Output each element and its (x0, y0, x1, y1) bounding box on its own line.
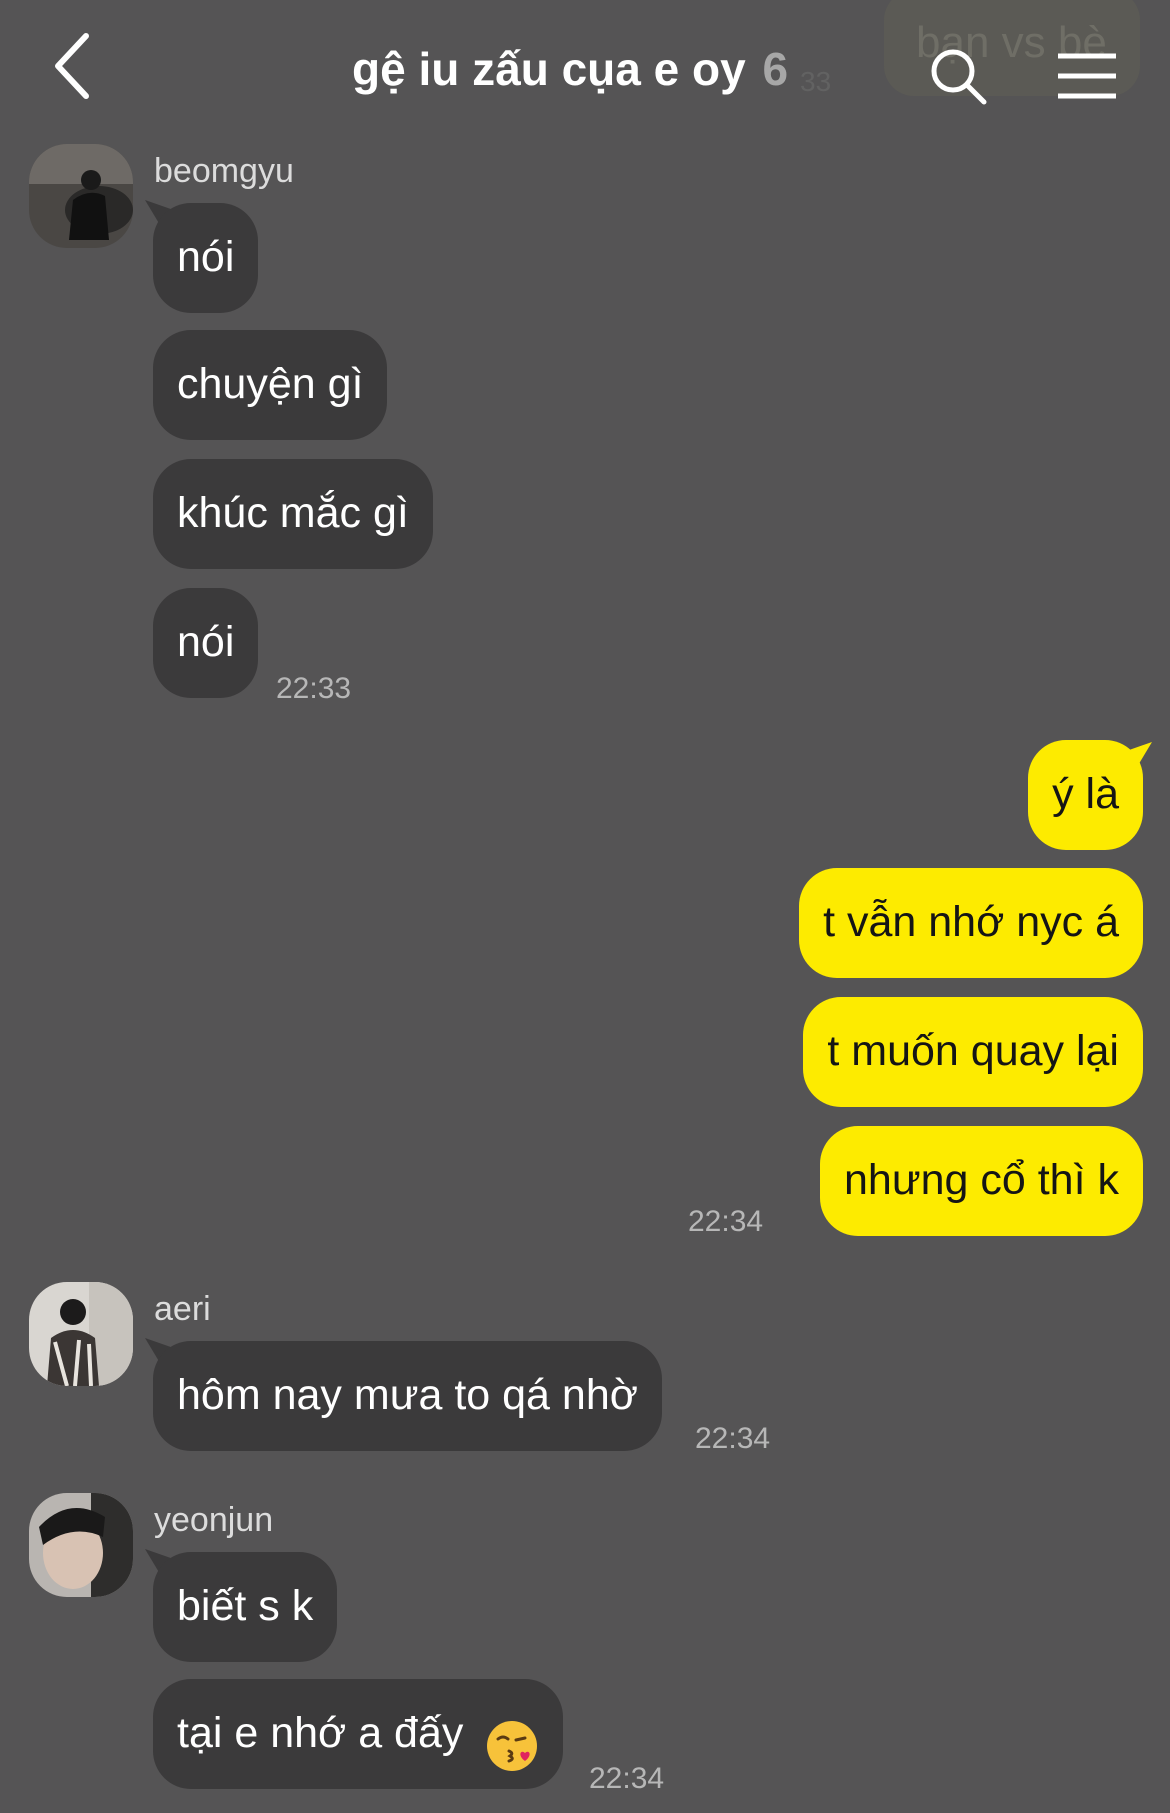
message-bubble[interactable]: khúc mắc gì (153, 459, 433, 569)
chat-title: gệ iu zấu cụa e oy 6 (352, 42, 788, 96)
message-text: tại e nhớ a đấy (177, 1709, 464, 1757)
background-overlay-time: 33 (800, 66, 832, 97)
my-message-bubble[interactable]: t vẫn nhớ nyc á (799, 868, 1143, 978)
search-button[interactable] (928, 46, 990, 108)
hamburger-menu-icon (1058, 53, 1116, 99)
message-bubble[interactable]: tại e nhớ a đấy (153, 1679, 564, 1789)
message-time: 22:34 (695, 1422, 771, 1455)
message-bubble[interactable]: nói (153, 588, 259, 698)
chat-title-text: gệ iu zấu cụa e oy (352, 43, 746, 95)
back-button[interactable] (50, 30, 110, 102)
message-bubble[interactable]: hôm nay mưa to qá nhờ (153, 1341, 662, 1451)
message-bubble[interactable]: nói (153, 203, 259, 313)
message-time: 22:34 (688, 1205, 764, 1238)
my-message-bubble[interactable]: nhưng cổ thì k (819, 1126, 1143, 1236)
message-time: 22:34 (589, 1762, 665, 1795)
my-message-bubble[interactable]: ý là (1028, 740, 1143, 850)
my-message-bubble[interactable]: t muốn quay lại (803, 997, 1143, 1107)
menu-button[interactable] (1056, 52, 1118, 102)
avatar-aeri[interactable] (29, 1282, 133, 1386)
avatar-beomgyu[interactable] (29, 144, 133, 248)
sender-name: beomgyu (154, 152, 294, 190)
avatar-yeonjun[interactable] (29, 1493, 133, 1597)
message-time: 22:33 (276, 672, 352, 705)
sender-name: aeri (154, 1290, 211, 1328)
search-icon (931, 49, 987, 105)
member-count: 6 (762, 43, 789, 95)
chevron-left-icon (55, 33, 89, 99)
sender-name: yeonjun (154, 1501, 274, 1539)
chat-header: bạn vs bè 33 gệ iu zấu cụa e oy 6 (0, 0, 1170, 140)
message-bubble[interactable]: chuyện gì (153, 330, 388, 440)
message-bubble[interactable]: biết s k (153, 1552, 338, 1662)
kissing-face-emoji-icon (485, 1705, 539, 1771)
